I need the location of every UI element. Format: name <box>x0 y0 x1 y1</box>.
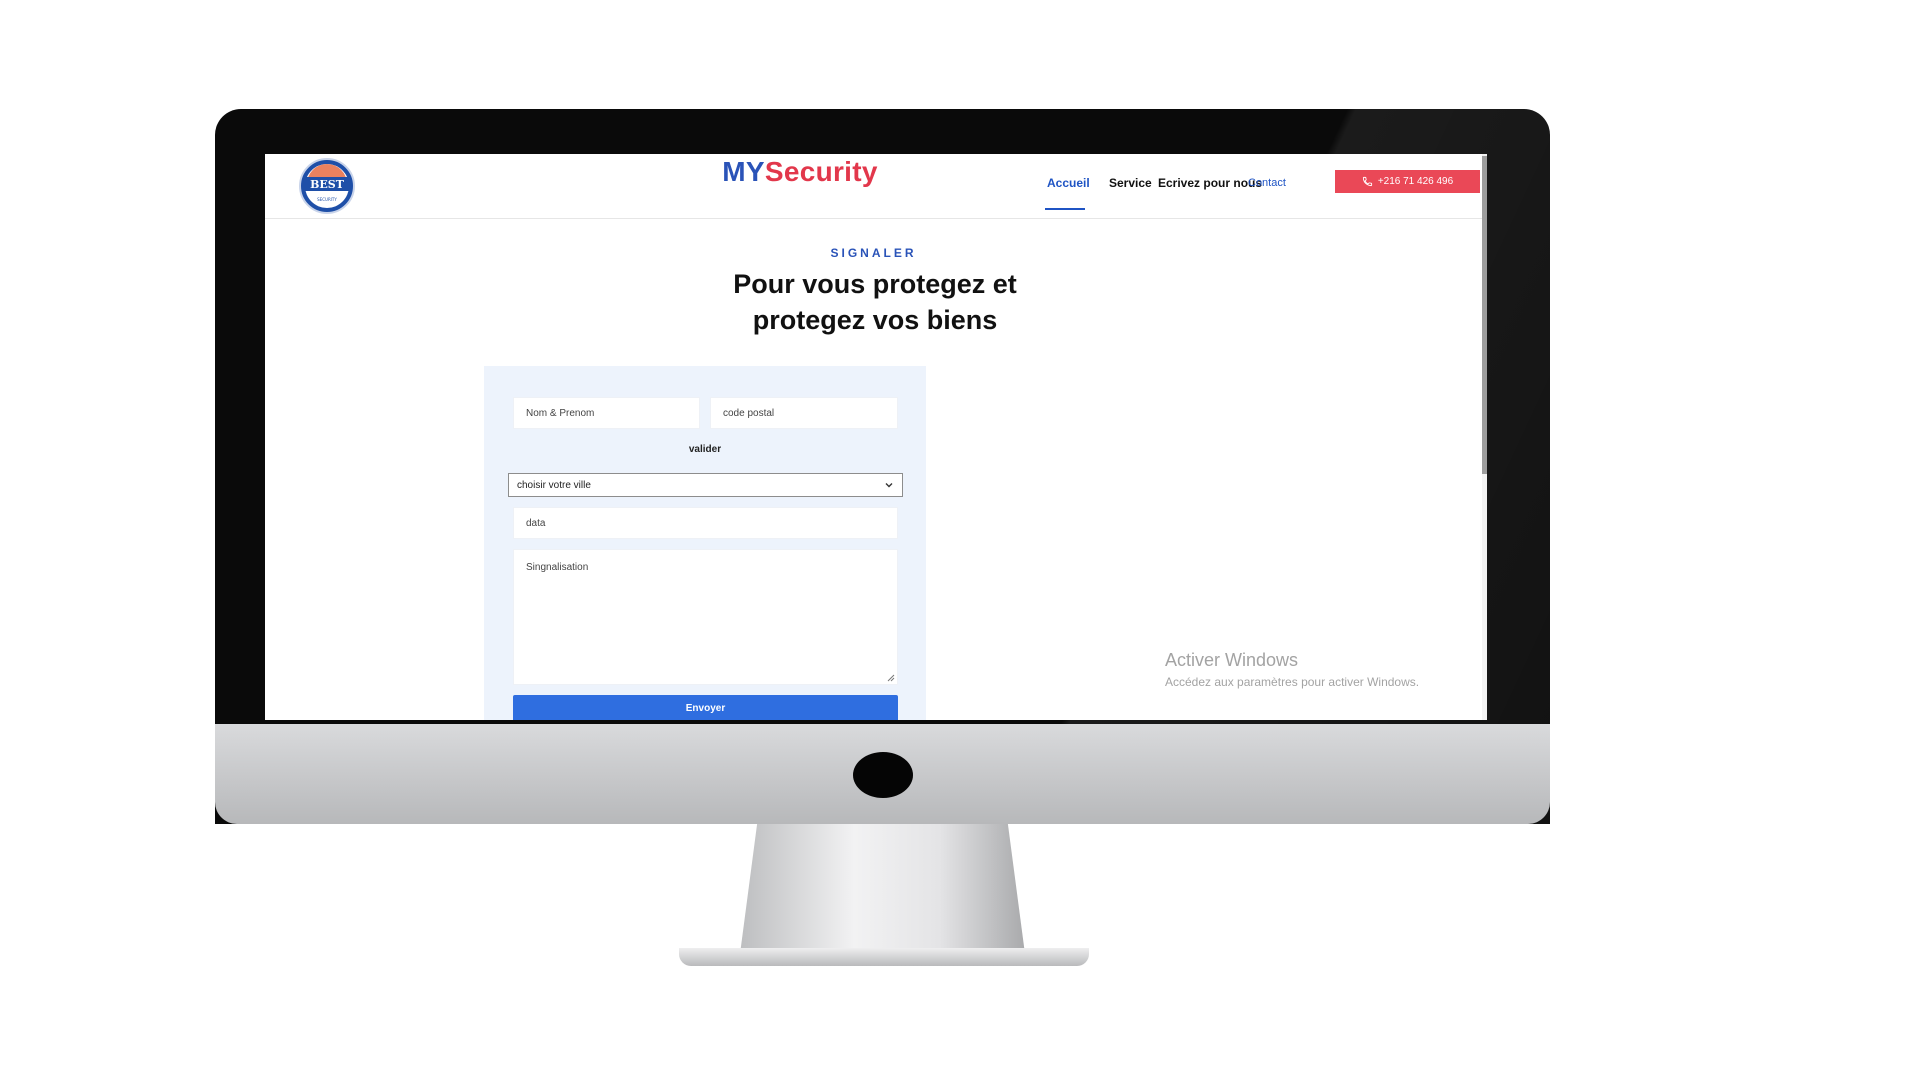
resize-handle-icon[interactable] <box>887 674 895 682</box>
brand-security: Security <box>764 156 878 187</box>
city-select-value: choisir votre ville <box>517 479 591 491</box>
section-eyebrow: SIGNALER <box>830 246 917 260</box>
windows-activation-subtitle: Accédez aux paramètres pour activer Wind… <box>1165 675 1420 689</box>
submit-button[interactable]: Envoyer <box>513 695 898 720</box>
phone-icon <box>1362 176 1372 187</box>
svg-text:SECURITY: SECURITY <box>317 197 337 202</box>
site-header: BEST SECURITY MYSecurity Accueil Service… <box>265 154 1482 219</box>
data-input[interactable]: data <box>513 507 898 539</box>
nav-service[interactable]: Service <box>1109 176 1152 190</box>
section-headline: Pour vous protegez et protegez vos biens <box>675 266 1075 338</box>
monitor-logo-hole <box>853 752 913 798</box>
postal-code-input[interactable]: code postal <box>710 397 898 429</box>
nav-contact[interactable]: Contact <box>1248 177 1286 189</box>
name-input[interactable]: Nom & Prenom <box>513 397 700 429</box>
best-security-logo-icon[interactable]: BEST SECURITY <box>299 158 355 214</box>
nav-active-underline <box>1045 208 1085 210</box>
page-scrollbar[interactable] <box>1482 154 1487 720</box>
report-textarea-placeholder: Singnalisation <box>526 562 589 573</box>
headline-line-2: protegez vos biens <box>752 305 998 335</box>
screen: BEST SECURITY MYSecurity Accueil Service… <box>265 154 1487 720</box>
report-textarea[interactable]: Singnalisation <box>513 549 898 685</box>
city-select[interactable]: choisir votre ville <box>508 473 903 497</box>
scrollbar-thumb[interactable] <box>1482 156 1487 474</box>
phone-button[interactable]: +216 71 426 496 <box>1335 170 1480 193</box>
chevron-down-icon <box>885 483 893 488</box>
svg-text:BEST: BEST <box>310 178 345 191</box>
phone-number: +216 71 426 496 <box>1377 176 1454 187</box>
brand-title[interactable]: MYSecurity <box>700 156 900 188</box>
headline-line-1: Pour vous protegez et <box>733 269 1017 299</box>
nav-accueil[interactable]: Accueil <box>1047 176 1090 190</box>
monitor-stand-base <box>679 948 1089 966</box>
validate-button[interactable]: valider <box>484 444 926 455</box>
windows-activation-title: Activer Windows <box>1165 650 1299 670</box>
monitor-stand <box>740 824 1025 954</box>
nav-ecrivez-pour-nous[interactable]: Ecrivez pour nous <box>1158 176 1262 190</box>
brand-my: MY <box>722 156 765 187</box>
